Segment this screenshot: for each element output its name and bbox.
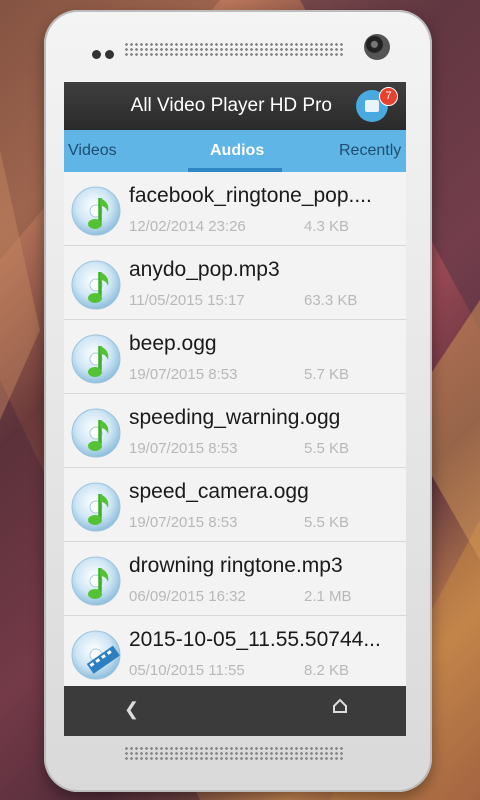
- file-size: 4.3 KB: [304, 218, 350, 235]
- file-list[interactable]: facebook_ringtone_pop.... 12/02/2014 23:2…: [64, 172, 406, 686]
- app-title: All Video Player HD Pro: [130, 95, 332, 116]
- audio-disc-icon: [71, 408, 121, 458]
- system-nav-bar: ❮: [64, 686, 406, 736]
- file-date: 06/09/2015 16:32: [129, 588, 246, 605]
- file-size: 5.7 KB: [304, 366, 350, 383]
- file-name: beep.ogg: [129, 332, 217, 355]
- file-size: 63.3 KB: [304, 292, 358, 309]
- front-camera: [364, 34, 390, 60]
- tab-recently[interactable]: Recently: [339, 142, 401, 160]
- home-icon[interactable]: [332, 698, 348, 719]
- file-size: 2.1 MB: [304, 588, 352, 605]
- notification-badge: 7: [379, 87, 398, 106]
- file-date: 12/02/2014 23:26: [129, 218, 246, 235]
- audio-disc-icon: [71, 556, 121, 606]
- tab-videos[interactable]: Videos: [68, 142, 117, 160]
- file-name: 2015-10-05_11.55.50744...: [129, 628, 381, 651]
- back-chevron-icon[interactable]: ❮: [124, 699, 139, 720]
- sensor-dots: [92, 46, 118, 64]
- list-item[interactable]: anydo_pop.mp3 11/05/2015 15:17 63.3 KB: [64, 246, 406, 320]
- audio-disc-icon: [71, 260, 121, 310]
- earpiece-speaker: [124, 42, 344, 56]
- bottom-speaker: [124, 746, 344, 760]
- tab-bar: Videos Audios Recently: [64, 130, 406, 172]
- list-item[interactable]: facebook_ringtone_pop.... 12/02/2014 23:2…: [64, 172, 406, 246]
- file-name: drowning ringtone.mp3: [129, 554, 343, 577]
- file-date: 11/05/2015 15:17: [129, 292, 245, 309]
- file-size: 5.5 KB: [304, 514, 350, 531]
- file-date: 19/07/2015 8:53: [129, 514, 238, 531]
- app-screen: All Video Player HD Pro 7 Videos Audios …: [64, 82, 406, 736]
- video-disc-icon: [71, 630, 121, 680]
- list-item[interactable]: 2015-10-05_11.55.50744... 05/10/2015 11:5…: [64, 616, 406, 686]
- file-date: 19/07/2015 8:53: [129, 440, 238, 457]
- audio-disc-icon: [71, 186, 121, 236]
- list-item[interactable]: beep.ogg 19/07/2015 8:53 5.7 KB: [64, 320, 406, 394]
- file-name: speed_camera.ogg: [129, 480, 309, 503]
- file-date: 19/07/2015 8:53: [129, 366, 238, 383]
- audio-disc-icon: [71, 334, 121, 384]
- message-icon: [365, 100, 379, 112]
- list-item[interactable]: speeding_warning.ogg 19/07/2015 8:53 5.5 K…: [64, 394, 406, 468]
- audio-disc-icon: [71, 482, 121, 532]
- list-item[interactable]: speed_camera.ogg 19/07/2015 8:53 5.5 KB: [64, 468, 406, 542]
- file-name: facebook_ringtone_pop....: [129, 184, 372, 207]
- file-date: 05/10/2015 11:55: [129, 662, 245, 679]
- app-title-bar: All Video Player HD Pro 7: [64, 82, 406, 130]
- file-size: 5.5 KB: [304, 440, 350, 457]
- list-item[interactable]: drowning ringtone.mp3 06/09/2015 16:32 2.1…: [64, 542, 406, 616]
- file-name: anydo_pop.mp3: [129, 258, 280, 281]
- tab-audios[interactable]: Audios: [210, 142, 264, 160]
- file-name: speeding_warning.ogg: [129, 406, 341, 429]
- file-size: 8.2 KB: [304, 662, 350, 679]
